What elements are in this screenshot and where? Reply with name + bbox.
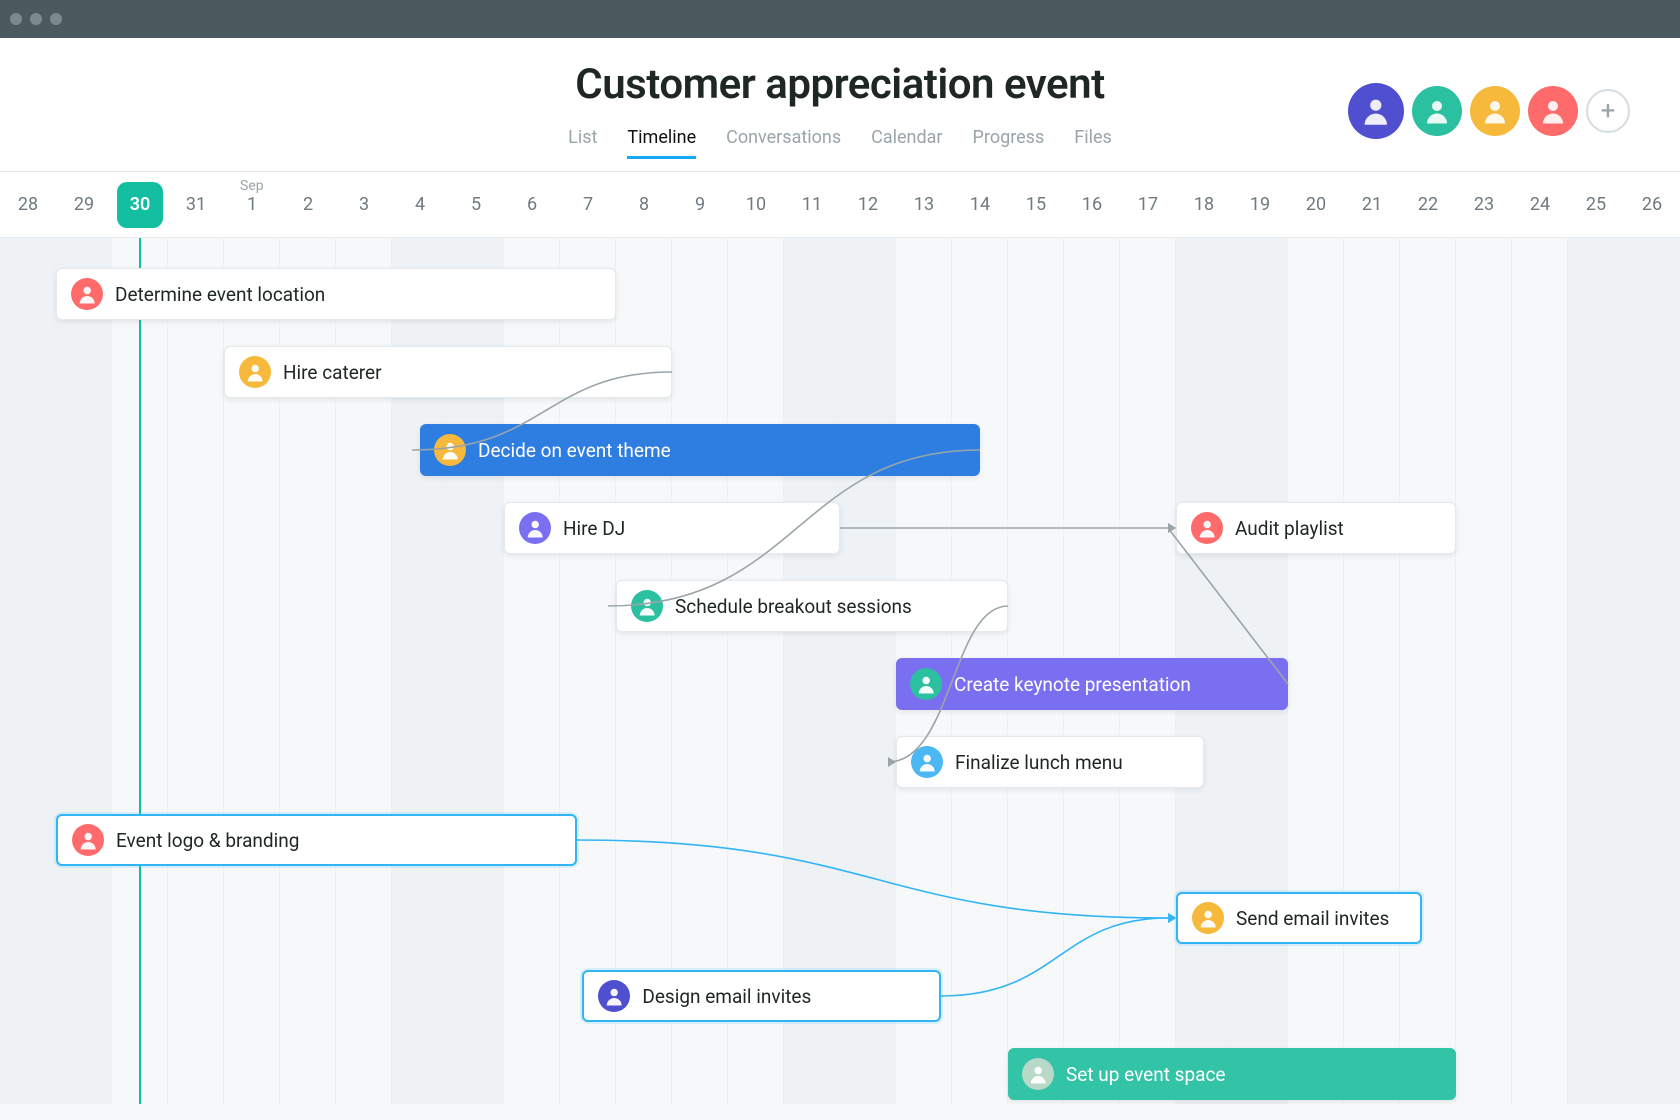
task-bar[interactable]: Hire caterer [224,346,672,398]
task-label: Hire caterer [283,361,382,384]
timeline-area[interactable]: Determine event location Hire caterer Deci… [0,238,1680,1104]
task-label: Set up event space [1066,1063,1226,1086]
task-bar[interactable]: Create keynote presentation [896,658,1288,710]
task-label: Send email invites [1236,907,1389,930]
project-header: Customer appreciation event List Timelin… [0,38,1680,172]
calendar-day[interactable]: 6 [504,172,560,237]
calendar-day[interactable]: 9 [672,172,728,237]
window-chrome [0,0,1680,38]
grid-column [1568,238,1624,1104]
task-bar[interactable]: Audit playlist [1176,502,1456,554]
project-members: + [1348,83,1630,139]
assignee-avatar [239,356,271,388]
calendar-day[interactable]: 26 [1624,172,1680,237]
member-avatar[interactable] [1528,86,1578,136]
calendar-day[interactable]: 23 [1456,172,1512,237]
task-label: Decide on event theme [478,439,671,462]
calendar-day[interactable]: 5 [448,172,504,237]
calendar-day[interactable]: 8 [616,172,672,237]
assignee-avatar [598,980,630,1012]
tab-progress[interactable]: Progress [973,127,1045,159]
calendar-day[interactable]: 22 [1400,172,1456,237]
grid-column [1624,238,1680,1104]
calendar-strip: 2829303112345678910111213141516171819202… [0,172,1680,238]
grid-column [168,238,224,1104]
task-bar[interactable]: Determine event location [56,268,616,320]
grid-column [1400,238,1456,1104]
task-label: Determine event location [115,283,325,306]
assignee-avatar [1022,1058,1054,1090]
calendar-day[interactable]: 10 [728,172,784,237]
calendar-day[interactable]: 30 [112,172,168,237]
calendar-day[interactable]: 24 [1512,172,1568,237]
task-bar[interactable]: Design email invites [582,970,940,1022]
task-bar[interactable]: Schedule breakout sessions [616,580,1008,632]
member-avatar[interactable] [1412,86,1462,136]
calendar-day[interactable]: 28 [0,172,56,237]
member-avatar[interactable] [1470,86,1520,136]
grid-column [1288,238,1344,1104]
task-bar[interactable]: Decide on event theme [420,424,980,476]
grid-column [1512,238,1568,1104]
traffic-max-icon[interactable] [50,13,62,25]
calendar-day[interactable]: 11 [784,172,840,237]
tab-files[interactable]: Files [1074,127,1112,159]
calendar-day[interactable]: 20 [1288,172,1344,237]
tab-conversations[interactable]: Conversations [726,127,841,159]
calendar-day[interactable]: 14 [952,172,1008,237]
task-label: Event logo & branding [116,829,299,852]
task-bar[interactable]: Hire DJ [504,502,840,554]
calendar-day[interactable]: 3 [336,172,392,237]
traffic-min-icon[interactable] [30,13,42,25]
assignee-avatar [631,590,663,622]
grid-column [1456,238,1512,1104]
task-label: Finalize lunch menu [955,751,1123,774]
calendar-day[interactable]: 19 [1232,172,1288,237]
traffic-close-icon[interactable] [10,13,22,25]
calendar-day[interactable]: 7 [560,172,616,237]
task-bar[interactable]: Send email invites [1176,892,1422,944]
assignee-avatar [71,278,103,310]
calendar-day[interactable]: 31 [168,172,224,237]
calendar-day[interactable]: 25 [1568,172,1624,237]
assignee-avatar [911,746,943,778]
task-label: Create keynote presentation [954,673,1191,696]
task-bar[interactable]: Event logo & branding [56,814,577,866]
calendar-day[interactable]: 12 [840,172,896,237]
calendar-day[interactable]: 18 [1176,172,1232,237]
add-member-button[interactable]: + [1586,89,1630,133]
calendar-day[interactable]: 15 [1008,172,1064,237]
calendar-day[interactable]: 29 [56,172,112,237]
assignee-avatar [910,668,942,700]
month-label: Sep [240,178,264,194]
task-label: Schedule breakout sessions [675,595,912,618]
grid-column [56,238,112,1104]
calendar-day[interactable]: 21 [1344,172,1400,237]
calendar-day[interactable]: 2 [280,172,336,237]
assignee-avatar [519,512,551,544]
tab-list[interactable]: List [568,127,597,159]
task-bar[interactable]: Set up event space [1008,1048,1456,1100]
calendar-day[interactable]: 4 [392,172,448,237]
assignee-avatar [434,434,466,466]
task-bar[interactable]: Finalize lunch menu [896,736,1204,788]
tab-calendar[interactable]: Calendar [871,127,942,159]
task-label: Hire DJ [563,517,625,540]
task-label: Design email invites [642,985,811,1008]
grid-column [0,238,56,1104]
calendar-day[interactable]: 13 [896,172,952,237]
assignee-avatar [1191,512,1223,544]
member-avatar[interactable] [1348,83,1404,139]
assignee-avatar [1192,902,1224,934]
grid-column [1344,238,1400,1104]
today-indicator [139,238,141,1104]
calendar-day[interactable]: 16 [1064,172,1120,237]
task-label: Audit playlist [1235,517,1344,540]
calendar-day[interactable]: 17 [1120,172,1176,237]
tab-timeline[interactable]: Timeline [627,127,696,159]
assignee-avatar [72,824,104,856]
